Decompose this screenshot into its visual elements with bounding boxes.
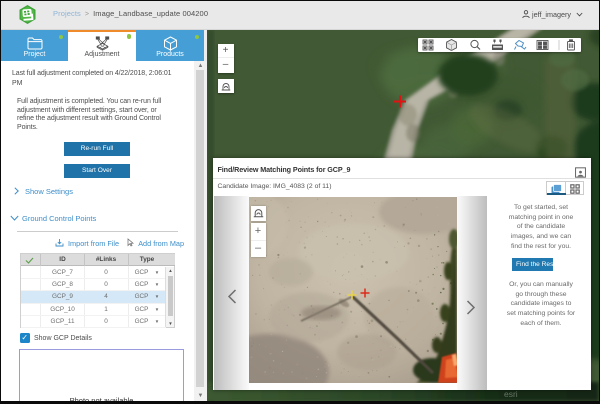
svg-text:esri: esri <box>504 389 518 399</box>
